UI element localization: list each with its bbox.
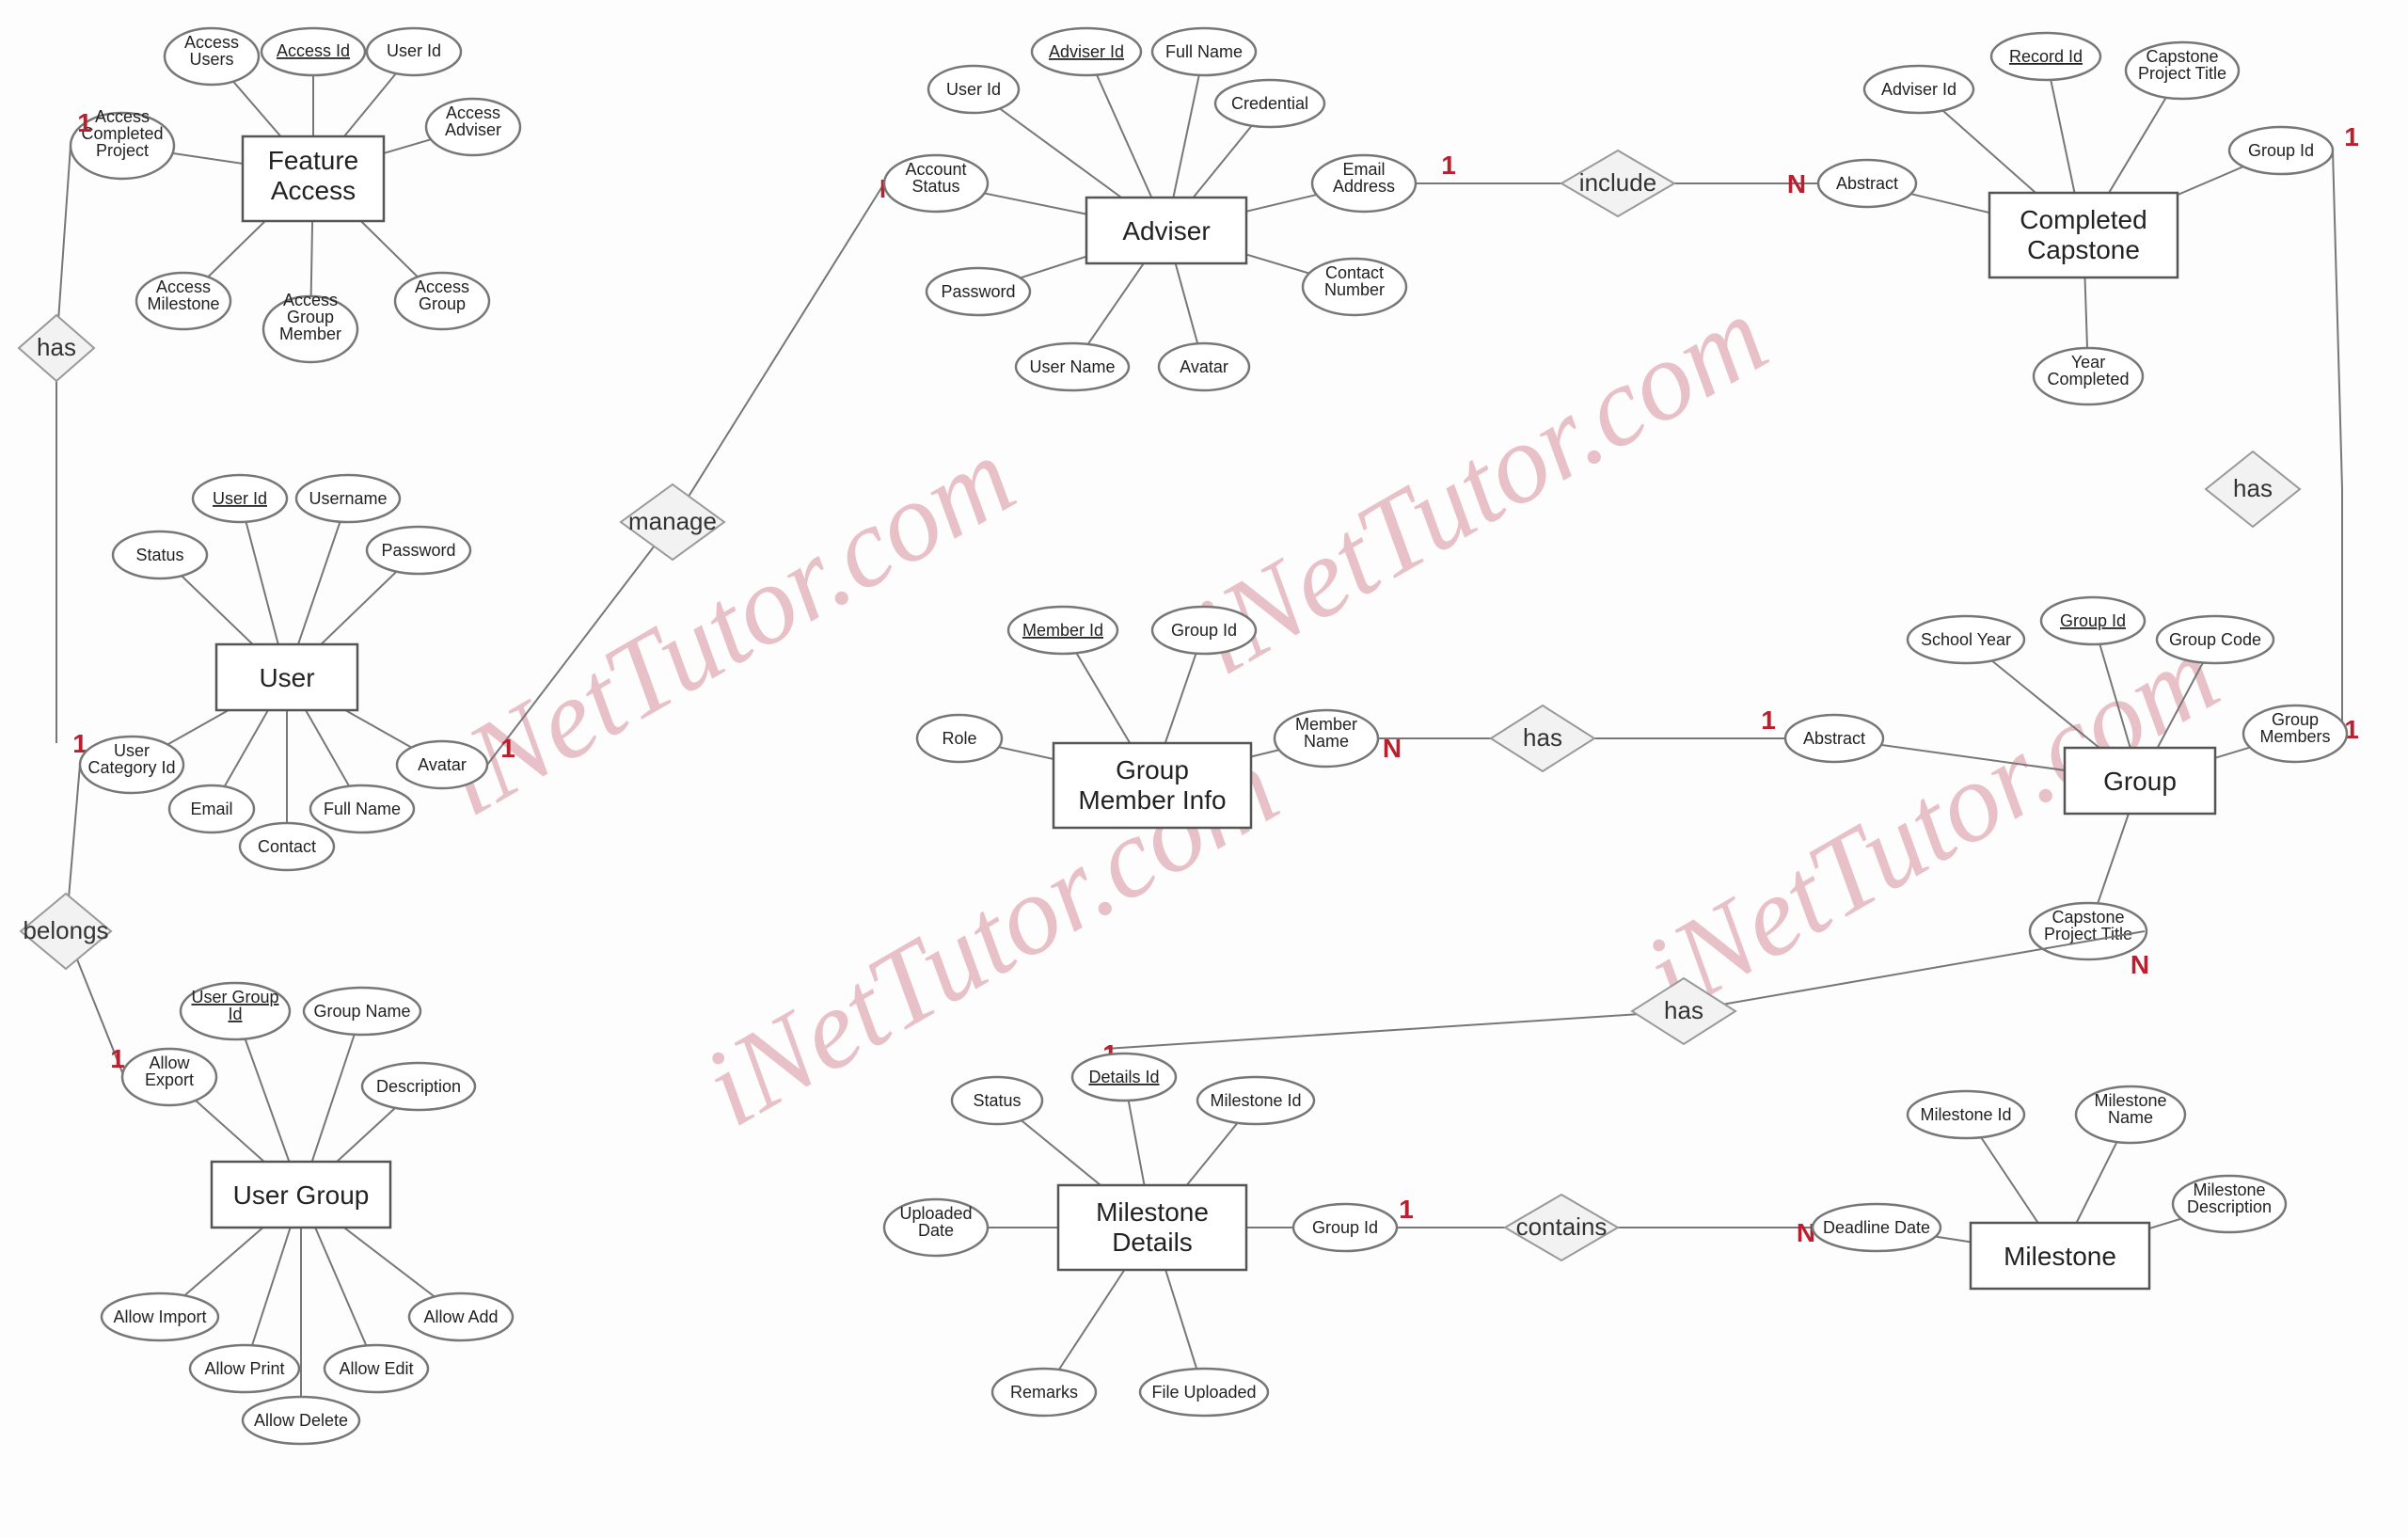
svg-text:Access Id: Access Id [277, 41, 350, 60]
svg-text:Milestone Id: Milestone Id [1920, 1105, 2011, 1124]
svg-text:Full Name: Full Name [324, 800, 401, 818]
svg-text:User Id: User Id [946, 80, 1001, 99]
svg-text:1: 1 [500, 734, 515, 763]
svg-text:Status: Status [973, 1091, 1021, 1110]
svg-text:Allow Print: Allow Print [204, 1359, 284, 1378]
entity-milestone-details: MilestoneDetails Status Details Id Miles… [884, 1054, 1397, 1416]
svg-text:Group Id: Group Id [1171, 621, 1237, 640]
svg-text:AccessUsers: AccessUsers [184, 33, 239, 69]
svg-text:Adviser Id: Adviser Id [1881, 80, 1956, 99]
svg-text:AllowExport: AllowExport [145, 1054, 194, 1089]
svg-text:Group Id: Group Id [2060, 611, 2126, 630]
svg-text:Allow Add: Allow Add [423, 1307, 498, 1326]
svg-text:Group Id: Group Id [1312, 1218, 1378, 1237]
svg-text:Group Id: Group Id [2248, 141, 2314, 160]
svg-text:manage: manage [628, 507, 717, 535]
svg-text:AccessMilestone: AccessMilestone [147, 277, 219, 313]
svg-text:1: 1 [1399, 1195, 1414, 1224]
entity-user-group: User Group User GroupId Group Name Descr… [102, 983, 513, 1444]
svg-text:User: User [259, 663, 314, 692]
entity-feature-access: FeatureAccess AccessUsers Access Id User… [71, 28, 520, 362]
svg-text:Record Id: Record Id [2009, 47, 2083, 66]
svg-text:Details Id: Details Id [1088, 1068, 1159, 1086]
svg-text:Milestone: Milestone [2004, 1242, 2116, 1271]
svg-text:MemberName: MemberName [1295, 715, 1357, 751]
svg-text:N: N [1383, 734, 1402, 763]
svg-text:Abstract: Abstract [1836, 174, 1898, 193]
entity-milestone: Milestone Milestone Id MilestoneName Mil… [1813, 1086, 2286, 1289]
svg-text:Password: Password [381, 541, 455, 560]
svg-text:CapstoneProject Title: CapstoneProject Title [2138, 47, 2226, 83]
svg-text:Member Id: Member Id [1022, 621, 1103, 640]
svg-text:CapstoneProject Title: CapstoneProject Title [2044, 908, 2132, 943]
svg-text:CompletedCapstone: CompletedCapstone [2020, 205, 2147, 264]
svg-text:1: 1 [1441, 151, 1456, 180]
svg-text:Email: Email [190, 800, 232, 818]
watermark: iNetTutor.com [1173, 272, 1787, 699]
er-diagram: iNetTutor.com iNetTutor.com iNetTutor.co… [0, 0, 2408, 1537]
svg-text:has: has [1523, 723, 1562, 752]
svg-text:Role: Role [942, 729, 976, 748]
svg-text:School Year: School Year [1921, 630, 2011, 649]
svg-text:N: N [1787, 169, 1806, 198]
svg-text:Remarks: Remarks [1010, 1383, 1078, 1402]
svg-text:MilestoneDetails: MilestoneDetails [1096, 1197, 1209, 1257]
svg-text:Adviser: Adviser [1122, 216, 1210, 246]
entity-adviser: Adviser Adviser Id Full Name Credential … [884, 28, 1416, 390]
svg-text:ContactNumber: ContactNumber [1324, 263, 1385, 299]
svg-text:AccessGroupMember: AccessGroupMember [279, 291, 341, 343]
svg-text:N: N [2131, 950, 2149, 979]
svg-text:contains: contains [1516, 1212, 1608, 1241]
svg-text:AccessAdviser: AccessAdviser [445, 103, 501, 139]
svg-text:Contact: Contact [258, 837, 316, 856]
svg-text:Status: Status [135, 546, 183, 564]
svg-text:Password: Password [941, 282, 1015, 301]
svg-text:Full Name: Full Name [1165, 42, 1243, 61]
svg-text:Allow Delete: Allow Delete [254, 1411, 348, 1430]
svg-text:User Id: User Id [213, 489, 267, 508]
svg-text:AccessGroup: AccessGroup [415, 277, 469, 313]
svg-text:User Id: User Id [387, 41, 441, 60]
svg-text:Username: Username [309, 489, 387, 508]
svg-text:Group Code: Group Code [2169, 630, 2261, 649]
svg-text:User Name: User Name [1029, 357, 1115, 376]
svg-text:Avatar: Avatar [418, 755, 467, 774]
svg-text:Allow Import: Allow Import [113, 1307, 206, 1326]
svg-text:has: has [2233, 474, 2273, 502]
svg-text:1: 1 [2344, 122, 2359, 151]
svg-text:Deadline Date: Deadline Date [1823, 1218, 1930, 1237]
svg-text:File Uploaded: File Uploaded [1151, 1383, 1256, 1402]
svg-text:include: include [1579, 168, 1656, 197]
feature-access-label: FeatureAccess [268, 146, 359, 205]
svg-text:Description: Description [376, 1077, 461, 1096]
svg-text:Group Name: Group Name [313, 1002, 410, 1021]
svg-text:1: 1 [1761, 705, 1776, 735]
svg-text:Group: Group [2103, 767, 2177, 796]
svg-text:MilestoneDescription: MilestoneDescription [2187, 1180, 2272, 1216]
svg-text:User Group: User Group [233, 1180, 370, 1210]
svg-text:Milestone Id: Milestone Id [1210, 1091, 1301, 1110]
svg-text:Credential: Credential [1231, 94, 1308, 113]
svg-text:Avatar: Avatar [1180, 357, 1228, 376]
watermark: iNetTutor.com [420, 413, 1035, 840]
rel-has-label: has [37, 333, 76, 361]
svg-text:Abstract: Abstract [1803, 729, 1865, 748]
svg-text:belongs: belongs [23, 916, 108, 944]
svg-text:AccountStatus: AccountStatus [905, 160, 966, 196]
entity-user: User User Id Username Password Status Us… [80, 475, 487, 870]
svg-text:1: 1 [110, 1044, 125, 1073]
svg-text:1: 1 [77, 108, 92, 137]
svg-text:has: has [1664, 996, 1703, 1024]
svg-text:Adviser Id: Adviser Id [1049, 42, 1124, 61]
svg-text:Allow Edit: Allow Edit [339, 1359, 413, 1378]
entity-completed-capstone: CompletedCapstone Adviser Id Record Id C… [1818, 33, 2333, 404]
